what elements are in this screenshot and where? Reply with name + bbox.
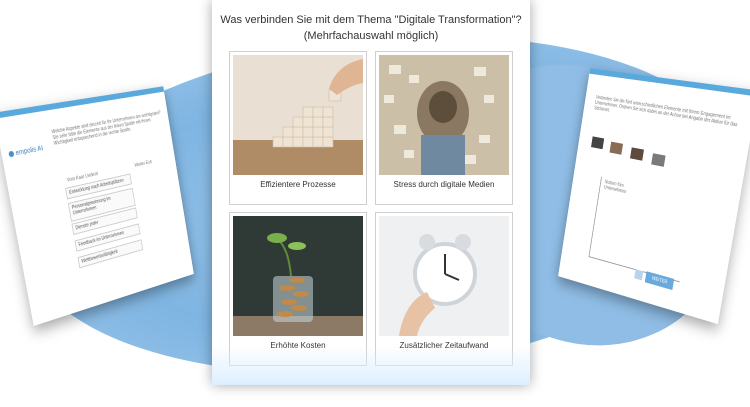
- option-tile-effizientere-prozesse[interactable]: Effizientere Prozesse: [229, 51, 367, 205]
- option-image: [233, 216, 363, 336]
- back-button[interactable]: [634, 269, 644, 281]
- axis-vertical: [588, 176, 602, 257]
- bottom-decoration: [212, 345, 530, 385]
- element-thumbnail[interactable]: [591, 136, 605, 150]
- option-label: Stress durch digitale Medien: [393, 180, 495, 189]
- right-column-header: Weiter Exit: [134, 159, 153, 169]
- option-tile-zusaetzlicher-zeitaufwand[interactable]: Zusätzlicher Zeitaufwand: [375, 212, 513, 366]
- question-hint: (Mehrfachauswahl möglich): [303, 30, 439, 42]
- axis-label: Nutzen fürs Unternehmen: [603, 179, 627, 196]
- option-tile-erhoehte-kosten[interactable]: Erhöhte Kosten: [229, 212, 367, 366]
- question-card: Was verbinden Sie mit dem Thema "Digital…: [212, 0, 530, 385]
- intro-text: Welche Aspekte sind derzeit für Ihr Unte…: [51, 110, 162, 147]
- option-image: [379, 55, 509, 175]
- intro-text: Verbinden Sie die fünf unterschiedlichen…: [593, 94, 738, 129]
- weiter-button[interactable]: WEITER: [644, 271, 675, 291]
- option-tile-stress-digitale-medien[interactable]: Stress durch digitale Medien: [375, 51, 513, 205]
- logo-icon: [8, 150, 15, 158]
- element-thumbnail[interactable]: [651, 153, 666, 167]
- logo-text: empolis AI: [15, 145, 44, 158]
- element-thumbnail[interactable]: [609, 141, 624, 155]
- option-label: Effizientere Prozesse: [260, 180, 336, 189]
- option-image: [233, 55, 363, 175]
- option-image: [379, 216, 509, 336]
- question-title: Was verbinden Sie mit dem Thema "Digital…: [212, 12, 530, 44]
- element-thumbnail[interactable]: [630, 147, 644, 161]
- logo: empolis AI: [8, 145, 44, 158]
- question-text: Was verbinden Sie mit dem Thema "Digital…: [220, 14, 522, 26]
